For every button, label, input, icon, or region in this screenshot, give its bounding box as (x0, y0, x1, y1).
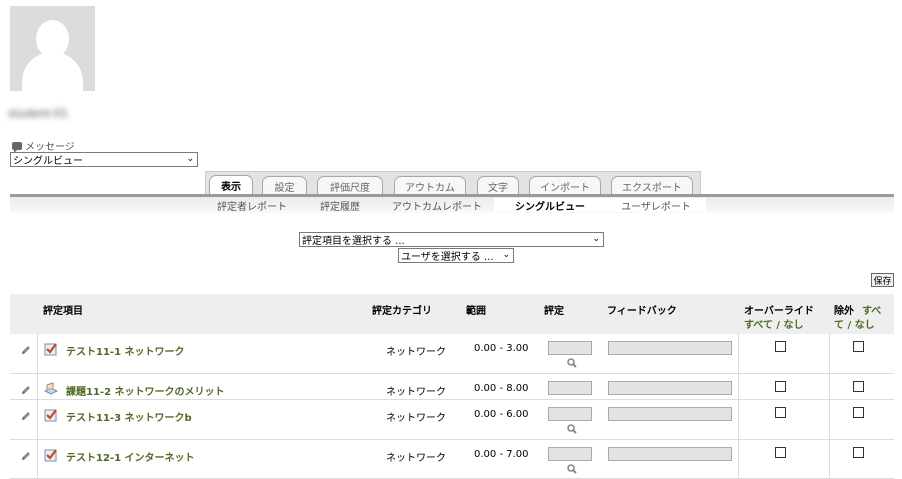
override-toggle-links: すべて / なし (744, 316, 804, 331)
exclude-checkbox[interactable] (853, 447, 864, 458)
exclude-checkbox[interactable] (853, 381, 864, 392)
exclude-slash: / (847, 320, 852, 331)
override-slash: / (776, 320, 781, 331)
quiz-check-icon (44, 409, 57, 422)
column-divider (829, 334, 830, 479)
grade-item-link[interactable]: テスト12-1 インターネット (66, 449, 195, 464)
grade-item-select[interactable]: 評定項目を選択する ... ⌄ (299, 232, 604, 247)
subtab-grade-history[interactable]: 評定履歴 (307, 198, 373, 213)
message-link-label: メッセージ (25, 142, 75, 153)
assignment-icon (44, 382, 58, 395)
view-select-value: シングルビュー (13, 156, 83, 167)
override-checkbox[interactable] (775, 381, 786, 392)
user-select-value: ユーザを選択する ... (401, 252, 494, 263)
grade-range: 0.00 - 6.00 (474, 409, 529, 420)
save-button[interactable]: 保存 (871, 273, 894, 287)
magnifier-icon[interactable] (567, 358, 577, 368)
quiz-check-icon (44, 449, 57, 462)
header-grade-item: 評定項目 (43, 306, 83, 317)
exclude-none-link[interactable]: なし (855, 320, 875, 331)
header-category: 評定カテゴリ (372, 306, 432, 317)
column-divider (37, 334, 38, 479)
username[interactable]: student-01 (8, 107, 95, 121)
tab-import[interactable]: インポート (529, 176, 601, 195)
override-checkbox[interactable] (775, 447, 786, 458)
tab-view[interactable]: 表示 (209, 175, 253, 195)
grade-item-select-value: 評定項目を選択する ... (302, 236, 405, 247)
grade-category: ネットワーク (386, 413, 446, 424)
grade-item-link[interactable]: 課題11-2 ネットワークのメリット (66, 383, 225, 398)
chevron-down-icon: ⌄ (502, 250, 510, 260)
subtab-grader-report[interactable]: 評定者レポート (206, 198, 298, 213)
feedback-input[interactable] (608, 381, 732, 395)
avatar-body (22, 52, 83, 91)
column-divider (738, 334, 739, 479)
feedback-input[interactable] (608, 341, 732, 355)
tab-letters[interactable]: 文字 (477, 176, 519, 195)
grade-item-link[interactable]: テスト11-3 ネットワークb (66, 409, 192, 424)
grade-category: ネットワーク (386, 453, 446, 464)
magnifier-icon[interactable] (567, 424, 577, 434)
chevron-down-icon: ⌄ (186, 154, 194, 164)
header-override: オーバーライド (744, 306, 814, 317)
exclude-all-link-part1[interactable]: すべ (862, 302, 881, 317)
tab-outcomes[interactable]: アウトカム (394, 176, 466, 195)
feedback-input[interactable] (608, 407, 732, 421)
user-avatar[interactable] (10, 6, 95, 91)
subtab-single-view[interactable]: シングルビュー (494, 198, 606, 213)
grade-input[interactable] (548, 447, 592, 461)
exclude-all-link-part2[interactable]: て (834, 320, 844, 331)
exclude-checkbox[interactable] (853, 341, 864, 352)
grade-input[interactable] (548, 341, 592, 355)
feedback-input[interactable] (608, 447, 732, 461)
header-grade: 評定 (544, 306, 564, 317)
header-exclude: 除外 (834, 306, 854, 317)
grade-category: ネットワーク (386, 347, 446, 358)
override-none-link[interactable]: なし (784, 320, 804, 331)
pencil-icon[interactable] (20, 410, 32, 422)
subtab-user-report[interactable]: ユーザレポート (606, 198, 706, 213)
exclude-checkbox[interactable] (853, 407, 864, 418)
grade-range: 0.00 - 8.00 (474, 383, 529, 394)
quiz-check-icon (44, 343, 57, 356)
magnifier-icon[interactable] (567, 464, 577, 474)
tab-export[interactable]: エクスポート (611, 176, 693, 195)
header-feedback: フィードバック (607, 306, 677, 317)
pencil-icon[interactable] (20, 384, 32, 396)
override-all-link[interactable]: すべて (744, 320, 773, 331)
grade-input[interactable] (548, 381, 592, 395)
speech-bubble-icon (12, 141, 22, 153)
pencil-icon[interactable] (20, 450, 32, 462)
header-range: 範囲 (466, 306, 486, 317)
override-checkbox[interactable] (775, 341, 786, 352)
tab-settings[interactable]: 設定 (262, 176, 307, 195)
override-checkbox[interactable] (775, 407, 786, 418)
view-select[interactable]: シングルビュー ⌄ (10, 152, 198, 167)
chevron-down-icon: ⌄ (592, 234, 600, 244)
grade-item-link[interactable]: テスト11-1 ネットワーク (66, 343, 185, 358)
grade-range: 0.00 - 3.00 (474, 343, 529, 354)
user-select[interactable]: ユーザを選択する ... ⌄ (398, 248, 514, 263)
pencil-icon[interactable] (20, 344, 32, 356)
grade-input[interactable] (548, 407, 592, 421)
grade-category: ネットワーク (386, 387, 446, 398)
exclude-toggle-links: て / なし (834, 316, 875, 331)
message-link[interactable]: メッセージ (12, 138, 75, 153)
grade-range: 0.00 - 7.00 (474, 449, 529, 460)
subtab-outcomes-report[interactable]: アウトカムレポート (381, 198, 493, 213)
tab-scales[interactable]: 評価尺度 (317, 176, 383, 195)
